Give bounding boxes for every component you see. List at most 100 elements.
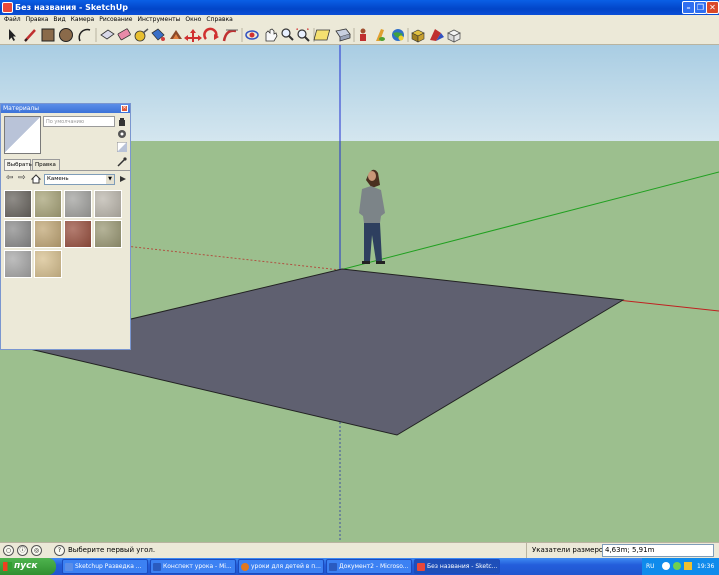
start-button[interactable]: пуск [0, 558, 56, 575]
material-preview [4, 116, 41, 154]
menu-window[interactable]: Окно [185, 16, 201, 23]
menu-camera[interactable]: Камера [71, 16, 95, 23]
menu-tools[interactable]: Инструменты [137, 16, 180, 23]
select-icon[interactable] [9, 29, 16, 41]
material-swatch[interactable] [64, 220, 92, 248]
push-pull-icon[interactable] [100, 29, 115, 40]
materials-panel-title: Материалы [1, 104, 130, 113]
task-button-1[interactable]: Sketchup Разведка ... [62, 559, 148, 574]
create-material-icon[interactable] [117, 117, 127, 127]
pan-icon[interactable] [265, 28, 278, 42]
language-indicator[interactable]: RU [646, 558, 655, 575]
chevron-down-icon[interactable]: ▼ [106, 175, 114, 184]
tray-warning-icon[interactable] [684, 562, 692, 570]
tape-measure-icon[interactable] [134, 28, 149, 42]
material-name-field[interactable]: По умолчанию [43, 116, 115, 127]
task-label-2: Конспект урока - Mi... [163, 563, 232, 570]
3d-viewport[interactable]: Материалы ✕ По умолчанию Выбрать Правка … [0, 45, 719, 542]
tab-edit[interactable]: Правка [32, 159, 60, 170]
word-icon [329, 563, 337, 571]
globe-icon[interactable] [392, 29, 404, 41]
eyedropper-icon[interactable] [117, 157, 127, 167]
back-arrow-icon[interactable]: ⇦ [6, 174, 16, 184]
task-button-4[interactable]: Документ2 - Microso... [326, 559, 412, 574]
components-icon[interactable] [411, 29, 425, 43]
main-toolbar [0, 25, 719, 45]
window-icon [65, 563, 73, 571]
task-button-5[interactable]: Без названия - Sketc... [414, 559, 500, 574]
system-tray: RU 19:36 [642, 558, 719, 575]
material-swatch[interactable] [4, 190, 32, 218]
zoom-icon[interactable] [281, 28, 294, 41]
rectangle-icon[interactable] [41, 28, 55, 42]
material-swatch[interactable] [34, 250, 62, 278]
menu-help[interactable]: Справка [206, 16, 232, 23]
material-swatch[interactable] [4, 250, 32, 278]
model-icon[interactable] [335, 28, 351, 42]
task-button-3[interactable]: уроки для детей в п... [238, 559, 324, 574]
user-icon[interactable]: ◎ [31, 545, 42, 556]
task-button-2[interactable]: Конспект урока - Mi... [150, 559, 236, 574]
paint-bucket-icon[interactable] [151, 28, 165, 41]
close-icon[interactable]: ✕ [121, 105, 128, 112]
details-arrow-icon[interactable] [118, 174, 128, 184]
styles-icon[interactable] [447, 29, 461, 43]
pencil-icon[interactable] [24, 29, 36, 42]
measurements-label: Указатели размеров [532, 546, 608, 554]
orbit-icon[interactable] [245, 30, 259, 40]
person-icon[interactable] [360, 28, 366, 42]
task-label-3: уроки для детей в п... [251, 563, 321, 570]
materials-panel[interactable]: Материалы ✕ По умолчанию Выбрать Правка … [0, 103, 131, 350]
footprint-icon[interactable] [376, 29, 385, 41]
windows-taskbar: пуск Sketchup Разведка ... Конспект урок… [0, 558, 719, 575]
geolocation-icon[interactable]: ○ [3, 545, 14, 556]
task-label-5: Без названия - Sketc... [427, 563, 498, 570]
materials-icon[interactable] [430, 29, 444, 41]
eraser-icon[interactable] [117, 28, 131, 41]
clock: 19:36 [697, 563, 715, 570]
circle-icon[interactable] [59, 28, 73, 42]
material-swatch[interactable] [64, 190, 92, 218]
task-label-1: Sketchup Разведка ... [75, 563, 142, 570]
material-swatch[interactable] [34, 220, 62, 248]
close-button[interactable]: ✕ [706, 1, 719, 14]
display-secondary-icon[interactable] [117, 129, 127, 139]
materials-nav-row: ⇦ ⇨ Камень ▼ [4, 173, 130, 186]
title-bar[interactable]: Без названия - SketchUp – ❐ ✕ [0, 0, 719, 15]
offset-icon[interactable] [170, 30, 182, 39]
measurements-input[interactable]: 4,63m; 5,91m [602, 544, 714, 557]
windows-logo-icon [3, 562, 12, 571]
window-title: Без названия - SketchUp [15, 3, 128, 12]
sketchup-window: Без названия - SketchUp – ❐ ✕ Файл Правка… [0, 0, 719, 575]
forward-arrow-icon[interactable]: ⇨ [18, 174, 28, 184]
credits-icon[interactable]: ⓘ [17, 545, 28, 556]
home-icon[interactable] [30, 174, 42, 184]
menu-file[interactable]: Файл [4, 16, 21, 23]
move-icon[interactable] [184, 29, 202, 42]
section-icon[interactable] [313, 29, 331, 41]
menu-view[interactable]: Вид [53, 16, 65, 23]
rotate-icon[interactable] [203, 27, 219, 40]
default-material-icon[interactable] [116, 141, 128, 153]
follow-me-icon[interactable] [222, 29, 238, 42]
word-icon [153, 563, 161, 571]
tab-select[interactable]: Выбрать [4, 159, 32, 170]
help-icon[interactable]: ? [54, 545, 65, 556]
material-swatch[interactable] [94, 190, 122, 218]
arc-icon[interactable] [78, 28, 91, 42]
status-divider [526, 543, 527, 559]
human-figure[interactable] [359, 169, 385, 264]
category-select[interactable]: Камень ▼ [44, 174, 115, 185]
material-swatch[interactable] [34, 190, 62, 218]
menu-draw[interactable]: Рисование [99, 16, 132, 23]
browser-icon [241, 563, 249, 571]
menu-edit[interactable]: Правка [26, 16, 49, 23]
network-icon[interactable] [662, 562, 670, 570]
zoom-extents-icon[interactable] [296, 28, 310, 42]
material-swatch[interactable] [4, 220, 32, 248]
tray-app-icon[interactable] [673, 562, 681, 570]
tab-divider [4, 170, 130, 171]
material-swatch[interactable] [94, 220, 122, 248]
category-select-value: Камень [47, 176, 69, 182]
green-axis [339, 171, 719, 271]
